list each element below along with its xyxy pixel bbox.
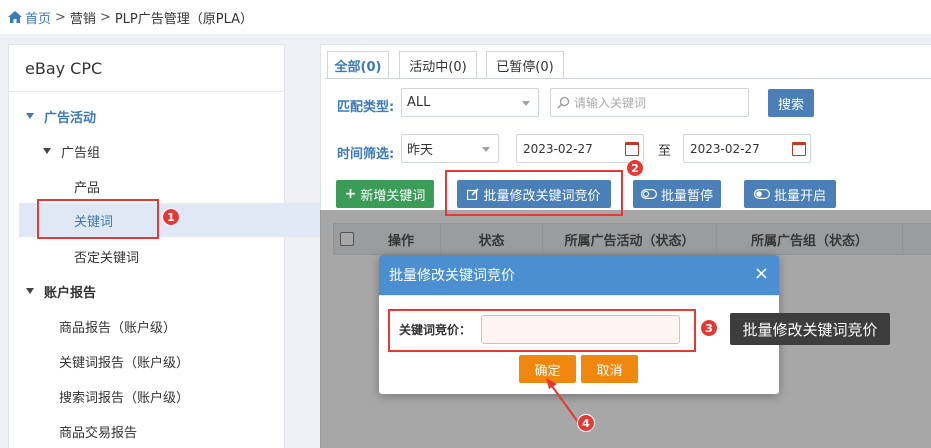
sidebar-item-label: 产品 — [74, 180, 101, 196]
sidebar-item-label: 搜索词报告（账户级） — [59, 390, 190, 406]
annotation-highlight-keywords — [37, 199, 159, 239]
tab-active[interactable]: 活动中(0) — [399, 51, 477, 79]
sidebar-group-campaigns[interactable]: 广告活动 — [9, 100, 301, 132]
sidebar-item-label: 商品交易报告 — [59, 425, 138, 441]
tab-all[interactable]: 全部(0) — [327, 51, 389, 79]
sidebar-group-adgroups[interactable]: 广告组 — [9, 135, 318, 167]
time-filter-value: 昨天 — [407, 143, 434, 158]
tab-divider — [325, 78, 931, 79]
match-type-label: 匹配类型: — [337, 100, 395, 115]
close-icon[interactable]: × — [754, 264, 769, 284]
sidebar-item-label: 广告组 — [61, 145, 101, 161]
batch-start-label: 批量开启 — [773, 188, 826, 204]
caret-down-icon — [26, 113, 34, 119]
caret-down-icon — [26, 288, 34, 294]
breadcrumb-separator: > — [55, 9, 66, 25]
batch-pause-button[interactable]: 批量暂停 — [633, 180, 721, 208]
match-type-value: ALL — [407, 95, 431, 110]
batch-pause-label: 批量暂停 — [660, 188, 713, 204]
sidebar-item-label: 商品报告（账户级） — [59, 320, 177, 336]
breadcrumb-separator: > — [99, 9, 111, 25]
search-icon — [557, 96, 570, 109]
sidebar: eBay CPC 广告活动 广告组 产品 关键词 否定关键词 账户报告 商品报告… — [8, 44, 339, 448]
annotation-badge-3: 3 — [700, 319, 718, 337]
breadcrumb-item-marketing[interactable]: 营销 — [70, 8, 96, 27]
breadcrumb: 首页 > 营销 > PLP广告管理（原PLA） — [0, 0, 931, 34]
batch-start-button[interactable]: 批量开启 — [744, 180, 836, 208]
time-filter-select[interactable]: 昨天 — [401, 134, 499, 163]
plus-icon: + — [344, 186, 357, 202]
date-from-value: 2023-02-27 — [523, 141, 593, 156]
sidebar-item-label: 广告活动 — [44, 110, 97, 126]
annotation-highlight-bid-input — [388, 309, 696, 352]
date-from-input[interactable]: 2023-02-27 — [516, 134, 644, 163]
annotation-badge-4: 4 — [577, 414, 595, 432]
dialog-header: 批量修改关键词竞价 × — [379, 255, 779, 295]
date-to-value: 2023-02-27 — [690, 141, 760, 156]
add-keyword-label: 新增关键词 — [360, 188, 426, 204]
time-filter-label: 时间筛选: — [337, 147, 395, 162]
sidebar-item-product-report[interactable]: 商品报告（账户级） — [9, 310, 334, 342]
caret-down-icon — [43, 148, 51, 154]
breadcrumb-home[interactable]: 首页 — [8, 8, 51, 27]
toggle-on-icon — [753, 189, 770, 199]
annotation-highlight-batch-edit — [445, 170, 623, 216]
toggle-off-icon — [640, 189, 657, 199]
add-keyword-button[interactable]: + 新增关键词 — [336, 180, 434, 208]
sidebar-item-products[interactable]: 产品 — [9, 170, 349, 202]
sidebar-item-label: 关键词报告（账户级） — [59, 355, 190, 371]
match-type-select[interactable]: ALL — [401, 88, 539, 117]
date-range-separator: 至 — [658, 144, 672, 159]
sidebar-item-negative-keywords[interactable]: 否定关键词 — [9, 240, 349, 272]
breadcrumb-home-label: 首页 — [25, 11, 52, 27]
sidebar-item-search-term-report[interactable]: 搜索词报告（账户级） — [9, 380, 334, 412]
tab-paused[interactable]: 已暂停(0) — [486, 51, 564, 79]
breadcrumb-item-plp: PLP广告管理（原PLA） — [114, 11, 254, 27]
dialog-divider — [379, 295, 779, 296]
sidebar-item-keyword-report[interactable]: 关键词报告（账户级） — [9, 345, 334, 377]
sidebar-group-account-reports[interactable]: 账户报告 — [9, 275, 301, 307]
sidebar-item-transaction-report[interactable]: 商品交易报告 — [9, 415, 334, 447]
search-placeholder: 请输入关键词 — [574, 96, 647, 110]
calendar-icon[interactable] — [625, 142, 639, 156]
annotation-badge-2: 2 — [626, 159, 644, 177]
annotation-tooltip: 批量修改关键词竞价 — [730, 313, 890, 345]
sidebar-item-label: 账户报告 — [44, 285, 97, 301]
sidebar-item-label: 否定关键词 — [74, 250, 140, 266]
home-icon — [8, 11, 22, 23]
dialog-title: 批量修改关键词竞价 — [389, 268, 515, 284]
chevron-down-icon — [482, 147, 490, 152]
sidebar-title: eBay CPC — [9, 45, 284, 92]
search-button[interactable]: 搜索 — [768, 89, 814, 117]
annotation-badge-1: 1 — [162, 208, 180, 226]
keyword-search-input[interactable]: 请输入关键词 — [550, 88, 749, 117]
calendar-icon[interactable] — [792, 142, 806, 156]
date-to-input[interactable]: 2023-02-27 — [683, 134, 811, 163]
chevron-down-icon — [522, 101, 530, 106]
